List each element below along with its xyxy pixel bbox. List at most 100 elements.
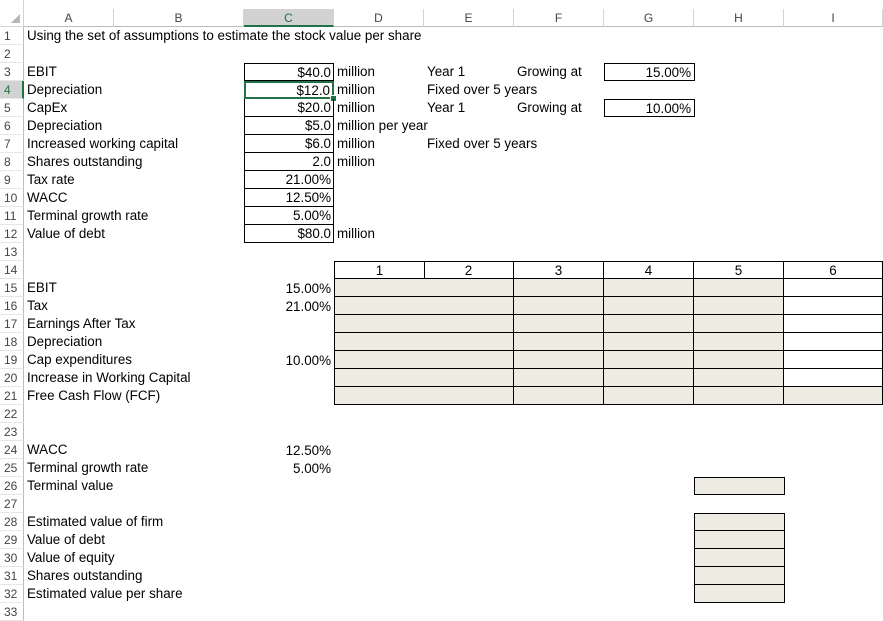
fcf-input-cell[interactable]: [784, 333, 883, 351]
fcf-input-cell[interactable]: [424, 387, 514, 405]
assumption-value-cell[interactable]: $5.0: [244, 117, 334, 135]
growth-rate-cell[interactable]: 15.00%: [604, 63, 695, 81]
row-header-9[interactable]: 9: [0, 171, 24, 189]
column-header-e[interactable]: E: [424, 9, 514, 27]
assumption-value-cell[interactable]: $80.0: [244, 225, 334, 243]
row-header-23[interactable]: 23: [0, 423, 24, 441]
assumption-value-cell[interactable]: $20.0: [244, 99, 334, 117]
fcf-input-cell[interactable]: [514, 297, 604, 315]
fcf-input-cell[interactable]: [784, 351, 883, 369]
row-header-25[interactable]: 25: [0, 459, 24, 477]
fcf-input-cell[interactable]: [334, 279, 425, 297]
fcf-input-cell[interactable]: [604, 351, 694, 369]
fcf-input-cell[interactable]: [514, 369, 604, 387]
fcf-input-cell[interactable]: [604, 369, 694, 387]
row-header-11[interactable]: 11: [0, 207, 24, 225]
fcf-input-cell[interactable]: [334, 387, 425, 405]
row-header-14[interactable]: 14: [0, 261, 24, 279]
column-header-f[interactable]: F: [514, 9, 604, 27]
row-header-2[interactable]: 2: [0, 45, 24, 63]
row-header-3[interactable]: 3: [0, 63, 24, 81]
row-header-6[interactable]: 6: [0, 117, 24, 135]
assumption-value-cell[interactable]: $40.0: [244, 63, 334, 81]
growth-rate-cell[interactable]: 10.00%: [604, 99, 695, 117]
row-header-20[interactable]: 20: [0, 369, 24, 387]
column-header-i[interactable]: I: [784, 9, 883, 27]
fcf-input-cell[interactable]: [334, 369, 425, 387]
row-header-10[interactable]: 10: [0, 189, 24, 207]
fcf-input-cell[interactable]: [604, 279, 694, 297]
row-header-33[interactable]: 33: [0, 603, 24, 621]
fcf-input-cell[interactable]: [334, 297, 425, 315]
fcf-input-cell[interactable]: [694, 351, 784, 369]
row-header-24[interactable]: 24: [0, 441, 24, 459]
row-header-16[interactable]: 16: [0, 297, 24, 315]
fcf-input-cell[interactable]: [424, 279, 514, 297]
row-header-15[interactable]: 15: [0, 279, 24, 297]
assumption-value-cell[interactable]: 21.00%: [244, 171, 334, 189]
fcf-input-cell[interactable]: [334, 315, 425, 333]
row-header-22[interactable]: 22: [0, 405, 24, 423]
fcf-input-cell[interactable]: [424, 333, 514, 351]
column-header-a[interactable]: A: [24, 9, 114, 27]
fcf-input-cell[interactable]: [514, 279, 604, 297]
fcf-input-cell[interactable]: [424, 351, 514, 369]
fcf-input-cell[interactable]: [694, 333, 784, 351]
row-header-26[interactable]: 26: [0, 477, 24, 495]
fcf-input-cell[interactable]: [784, 369, 883, 387]
fcf-input-cell[interactable]: [694, 369, 784, 387]
fcf-input-cell[interactable]: [514, 387, 604, 405]
row-header-27[interactable]: 27: [0, 495, 24, 513]
fcf-input-cell[interactable]: [604, 387, 694, 405]
fcf-input-cell[interactable]: [694, 387, 784, 405]
column-header-b[interactable]: B: [114, 9, 244, 27]
row-header-31[interactable]: 31: [0, 567, 24, 585]
assumption-value-cell[interactable]: $6.0: [244, 135, 334, 153]
fcf-input-cell[interactable]: [784, 279, 883, 297]
fcf-input-cell[interactable]: [604, 333, 694, 351]
fcf-input-cell[interactable]: [514, 333, 604, 351]
row-header-17[interactable]: 17: [0, 315, 24, 333]
fcf-input-cell[interactable]: [784, 387, 883, 405]
row-header-5[interactable]: 5: [0, 99, 24, 117]
fcf-input-cell[interactable]: [334, 351, 425, 369]
column-header-d[interactable]: D: [334, 9, 424, 27]
fcf-input-cell[interactable]: [424, 315, 514, 333]
fcf-input-cell[interactable]: [784, 297, 883, 315]
row-header-32[interactable]: 32: [0, 585, 24, 603]
row-header-13[interactable]: 13: [0, 243, 24, 261]
fcf-input-cell[interactable]: [694, 279, 784, 297]
row-header-19[interactable]: 19: [0, 351, 24, 369]
fcf-input-cell[interactable]: [604, 315, 694, 333]
fcf-input-cell[interactable]: [694, 297, 784, 315]
fcf-input-cell[interactable]: [694, 315, 784, 333]
row-header-18[interactable]: 18: [0, 333, 24, 351]
assumption-value-cell[interactable]: 2.0: [244, 153, 334, 171]
assumption-value-cell[interactable]: 5.00%: [244, 207, 334, 225]
row-header-30[interactable]: 30: [0, 549, 24, 567]
fcf-input-cell[interactable]: [424, 369, 514, 387]
row-header-8[interactable]: 8: [0, 153, 24, 171]
fcf-input-cell[interactable]: [514, 315, 604, 333]
column-header-g[interactable]: G: [604, 9, 694, 27]
terminal-value-cell[interactable]: [694, 477, 785, 495]
fcf-input-cell[interactable]: [604, 297, 694, 315]
fcf-input-cell[interactable]: [424, 297, 514, 315]
assumption-value-cell[interactable]: 12.50%: [244, 189, 334, 207]
valuation-output-cell[interactable]: [694, 567, 785, 585]
column-header-c[interactable]: C: [244, 9, 334, 27]
valuation-output-cell[interactable]: [694, 531, 785, 549]
fcf-input-cell[interactable]: [334, 333, 425, 351]
valuation-output-cell[interactable]: [694, 513, 785, 531]
assumption-value-cell[interactable]: $12.0: [244, 81, 334, 99]
row-header-1[interactable]: 1: [0, 27, 24, 45]
row-header-12[interactable]: 12: [0, 225, 24, 243]
row-header-28[interactable]: 28: [0, 513, 24, 531]
valuation-output-cell[interactable]: [694, 585, 785, 603]
fcf-input-cell[interactable]: [514, 351, 604, 369]
row-header-7[interactable]: 7: [0, 135, 24, 153]
fcf-input-cell[interactable]: [784, 315, 883, 333]
row-header-29[interactable]: 29: [0, 531, 24, 549]
row-header-21[interactable]: 21: [0, 387, 24, 405]
valuation-output-cell[interactable]: [694, 549, 785, 567]
